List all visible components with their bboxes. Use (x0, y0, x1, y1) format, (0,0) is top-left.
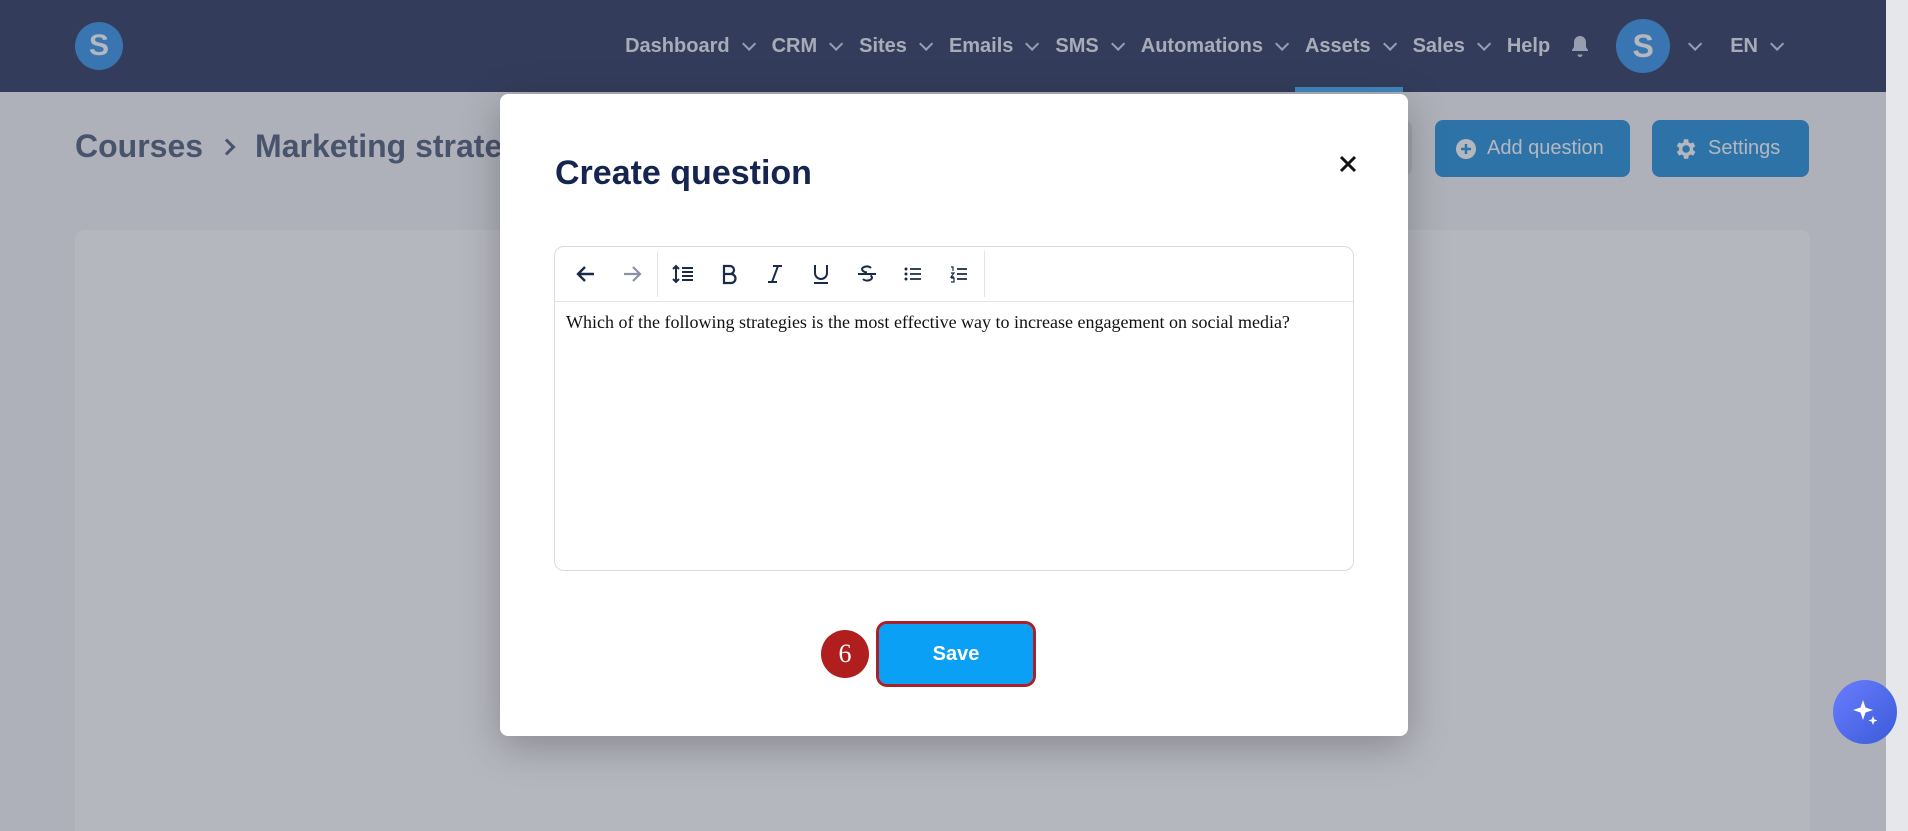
editor-toolbar (555, 247, 1353, 302)
undo-icon[interactable] (563, 251, 609, 297)
close-icon[interactable] (1330, 146, 1366, 182)
toolbar-divider (657, 251, 658, 297)
redo-icon[interactable] (609, 251, 655, 297)
sparkle-icon (1853, 700, 1878, 725)
underline-icon[interactable] (798, 251, 844, 297)
editor-content[interactable]: Which of the following strategies is the… (555, 302, 1353, 343)
strikethrough-icon[interactable] (844, 251, 890, 297)
rich-text-editor: Which of the following strategies is the… (554, 246, 1354, 571)
ai-assistant-button[interactable] (1833, 680, 1897, 744)
bullet-list-icon[interactable] (890, 251, 936, 297)
line-height-icon[interactable] (660, 251, 706, 297)
save-area: 6 Save (821, 621, 1036, 687)
toolbar-divider (984, 251, 985, 297)
bold-icon[interactable] (706, 251, 752, 297)
numbered-list-icon[interactable] (936, 251, 982, 297)
italic-icon[interactable] (752, 251, 798, 297)
step-badge: 6 (821, 630, 869, 678)
modal-title: Create question (555, 154, 812, 192)
save-button[interactable]: Save (876, 621, 1036, 687)
create-question-modal: Create question Which of the following s… (500, 94, 1408, 736)
